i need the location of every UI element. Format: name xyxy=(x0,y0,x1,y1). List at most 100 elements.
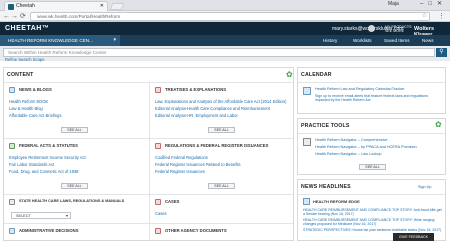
tool-link[interactable]: Health Reform Navigator – Law Lookup xyxy=(315,152,381,156)
headline-item[interactable]: HEALTH CARE REIMBURSEMENT AND COMPLIANCE… xyxy=(303,218,443,226)
give-feedback-button[interactable]: GIVE FEEDBACK xyxy=(393,233,434,241)
federal-acts-section: FEDERAL ACTS & STATUTES Employee Retirem… xyxy=(9,143,144,183)
search-icon: ⚲ xyxy=(439,49,444,55)
cases-icon xyxy=(155,199,161,205)
tool-link[interactable]: Health Reform Navigator – by PPACA and H… xyxy=(315,145,417,149)
calendar-signup-note[interactable]: Sign up to receive email alerts that fea… xyxy=(315,94,441,103)
tab-title: Cheetah xyxy=(16,3,35,9)
reload-button[interactable]: ⟳ xyxy=(20,12,26,21)
practice-tools-panel: PRACTICE TOOLS ✿ Health Reform Navigator… xyxy=(297,118,446,175)
link-flsa[interactable]: Fair Labor Standards Act xyxy=(9,162,54,167)
calendar-tracker-link[interactable]: Health Reform Law and Regulatory Calenda… xyxy=(315,87,405,91)
favicon-icon xyxy=(8,4,14,10)
app-logo[interactable]: CHEETAH™ xyxy=(5,25,49,32)
forward-button[interactable]: → xyxy=(11,12,18,21)
browser-menu-icon[interactable]: ⋮ xyxy=(438,12,445,21)
my-products-menu[interactable]: MY PRODUCTS SEE MORE xyxy=(385,25,412,33)
sign-up-link[interactable]: Sign Up xyxy=(418,185,432,189)
calendar-icon xyxy=(303,87,311,95)
treatises-heading: TREATISES & EXPLANATIONS xyxy=(165,87,227,92)
regulations-section: REGULATIONS & FEDERAL REGISTER ISSUANCES… xyxy=(155,143,290,183)
link-codified-regs[interactable]: Codified Federal Regulations xyxy=(155,155,208,160)
state-select[interactable]: SELECT ▾ xyxy=(11,212,71,219)
regulations-icon xyxy=(155,143,161,149)
products-sub: SEE MORE xyxy=(385,29,404,33)
regulations-heading: REGULATIONS & FEDERAL REGISTER ISSUANCES xyxy=(165,143,269,148)
link-erisa[interactable]: Employee Retirement Income Security Act xyxy=(9,155,86,160)
other-docs-heading: OTHER AGENCY DOCUMENTS xyxy=(165,228,227,233)
calendar-title: CALENDAR xyxy=(301,72,332,78)
search-input[interactable]: Search Within Health Reform Knowledge Ce… xyxy=(3,48,435,57)
treatises-section: TREATISES & EXPLANATIONS Law, Explanatio… xyxy=(155,87,290,127)
link-fdca[interactable]: Food, Drug, and Cosmetic Act of 1938 xyxy=(9,169,78,174)
content-title: CONTENT xyxy=(7,72,34,78)
state-select-value: SELECT xyxy=(16,214,31,218)
link-health-reform-edge[interactable]: Health Reform EDGE xyxy=(9,99,48,104)
close-tab-icon[interactable]: ✕ xyxy=(100,2,104,11)
news-source-label: HEALTH REFORM EDGE xyxy=(313,199,360,204)
documents-icon xyxy=(155,228,161,234)
headline-item[interactable]: STRATEGIC PERSPECTIVES: House tax plan w… xyxy=(303,228,443,232)
see-all-acts-button[interactable]: SEE ALL xyxy=(61,183,88,189)
gear-icon[interactable]: ✿ xyxy=(435,121,442,129)
window-controls[interactable]: –□✕ xyxy=(420,0,447,7)
calendar-panel: CALENDAR Health Reform Law and Regulator… xyxy=(297,67,446,114)
news-source-icon xyxy=(303,198,310,205)
link-law-explanations[interactable]: Law, Explanations and Analysis of the Af… xyxy=(155,99,286,104)
link-editorial-hccr[interactable]: Editorial Analysis-Health Care Complianc… xyxy=(155,106,270,111)
nav-worklists[interactable]: Worklists xyxy=(353,35,372,46)
search-button[interactable]: ⚲ xyxy=(436,48,447,57)
search-row: Search Within Health Reform Knowledge Ce… xyxy=(0,46,450,61)
new-tab-button[interactable] xyxy=(109,3,125,10)
see-all-treatises-button[interactable]: SEE ALL xyxy=(208,127,235,133)
bookmark-star-icon[interactable]: ☆ xyxy=(422,13,427,20)
other-docs-section: OTHER AGENCY DOCUMENTS xyxy=(155,228,290,238)
news-blogs-section: NEWS & BLOGS Health Reform EDGE Law & He… xyxy=(9,87,144,127)
window-user: Maja xyxy=(388,1,399,7)
library-selector[interactable]: HEALTH REFORM KNOWLEDGE CEN... ▾ xyxy=(0,35,120,46)
admin-decisions-section: ADMINISTRATIVE DECISIONS xyxy=(9,228,144,238)
state-map-icon xyxy=(9,199,15,205)
back-button[interactable]: ← xyxy=(3,12,10,21)
nav-news[interactable]: News xyxy=(422,35,434,46)
search-placeholder: Search Within Health Reform Knowledge Ce… xyxy=(8,50,107,55)
state-laws-heading: STATE HEALTH CARE LAWS, REGULATIONS & MA… xyxy=(19,199,125,203)
news-headlines-title: NEWS HEADLINES xyxy=(301,184,351,190)
nav-history[interactable]: History xyxy=(323,35,337,46)
news-headlines-panel: NEWS HEADLINES Sign Up HEALTH REFORM EDG… xyxy=(297,179,446,241)
see-all-regulations-button[interactable]: SEE ALL xyxy=(208,183,235,189)
link-cases[interactable]: Cases xyxy=(155,211,167,216)
app-subnav: HEALTH REFORM KNOWLEDGE CEN... ▾ History… xyxy=(0,35,450,46)
url-text: www.wk.health.com/Portal/HealthReform xyxy=(37,14,121,19)
user-avatar-icon[interactable] xyxy=(368,25,375,32)
refine-search-link[interactable]: Refine Search Scope xyxy=(5,57,45,62)
headline-item[interactable]: HEALTH CARE REIMBURSEMENT AND COMPLIANCE… xyxy=(303,208,443,216)
cases-heading: CASES xyxy=(165,199,180,204)
link-aca-briefings[interactable]: Affordable Care Act Briefings xyxy=(9,113,62,118)
link-editorial-hr[interactable]: Editorial Analysis-HR, Employment and La… xyxy=(155,113,238,118)
practice-tools-title: PRACTICE TOOLS xyxy=(301,123,350,129)
federal-acts-heading: FEDERAL ACTS & STATUTES xyxy=(19,143,78,148)
cases-section: CASES Cases xyxy=(155,199,290,229)
link-fr-benefits[interactable]: Federal Register Issuances Related to Be… xyxy=(155,162,241,167)
news-icon xyxy=(9,87,15,93)
app-header: CHEETAH™ mary.starks@wolterskluwer.com M… xyxy=(0,22,450,38)
library-label: HEALTH REFORM KNOWLEDGE CEN... xyxy=(8,38,93,43)
tool-link[interactable]: Health Reform Navigator – Comprehensive xyxy=(315,138,388,142)
link-law-health-blog[interactable]: Law & Health Blog xyxy=(9,106,43,111)
book-icon xyxy=(155,87,161,93)
nav-saved-items[interactable]: Saved Items xyxy=(384,35,410,46)
gavel-icon xyxy=(9,143,15,149)
see-all-news-button[interactable]: SEE ALL xyxy=(61,127,88,133)
link-fr-issuances[interactable]: Federal Register Issuances xyxy=(155,169,205,174)
admin-decisions-heading: ADMINISTRATIVE DECISIONS xyxy=(19,228,79,233)
chevron-down-icon: ▾ xyxy=(113,37,116,43)
browser-tab[interactable]: Cheetah ✕ xyxy=(4,1,108,11)
see-all-tools-button[interactable]: SEE ALL xyxy=(359,164,386,170)
content-panel: CONTENT ✿ NEWS & BLOGS Health Reform EDG… xyxy=(3,67,294,241)
news-blogs-heading: NEWS & BLOGS xyxy=(19,87,52,92)
chevron-down-icon: ▾ xyxy=(65,213,68,218)
url-input[interactable]: www.wk.health.com/Portal/HealthReform ☆ xyxy=(30,12,430,21)
gear-icon[interactable]: ✿ xyxy=(286,71,293,79)
tools-icon xyxy=(303,138,311,146)
